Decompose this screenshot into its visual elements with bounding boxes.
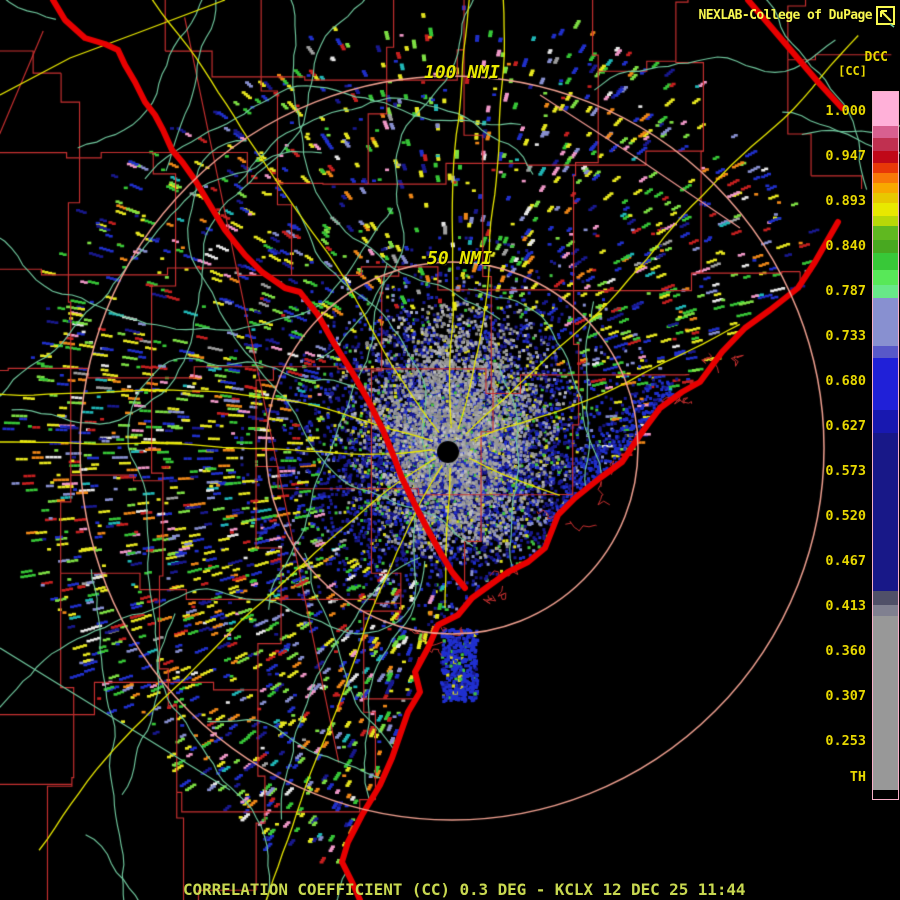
colorbar-segment	[873, 591, 898, 605]
colorbar-segment	[873, 183, 898, 193]
colorbar-segment	[873, 163, 898, 173]
colorbar-segment	[873, 616, 898, 790]
nexlab-logo-icon	[876, 6, 895, 28]
radar-map-canvas	[0, 0, 900, 900]
colorbar-segment	[873, 226, 898, 240]
colorbar-tick-label: 0.413	[825, 598, 866, 614]
colorbar-tick-label: 0.947	[825, 148, 866, 164]
colorbar-segment	[873, 790, 898, 799]
colorbar-tick-label: 0.787	[825, 283, 866, 299]
colorbar-tick-label: 0.573	[825, 463, 866, 479]
colorbar-segment	[873, 433, 898, 591]
colorbar-segment	[873, 253, 898, 270]
colorbar-segment	[873, 270, 898, 285]
colorbar-segment	[873, 605, 898, 616]
colorbar-tick-label: 0.307	[825, 688, 866, 704]
colorbar-segment	[873, 92, 898, 126]
colorbar-tick-label: 0.520	[825, 508, 866, 524]
colorbar-segment	[873, 240, 898, 253]
colorbar-segment	[873, 358, 898, 410]
colorbar-segment	[873, 193, 898, 203]
colorbar	[872, 91, 899, 800]
colorbar-tick-label: 0.627	[825, 418, 866, 434]
colorbar-tick-label: 0.360	[825, 643, 866, 659]
colorbar-tick-label: 0.840	[825, 238, 866, 254]
colorbar-tick-label: 0.733	[825, 328, 866, 344]
colorbar-segment	[873, 216, 898, 226]
colorbar-tick-label: 0.680	[825, 373, 866, 389]
colorbar-segment	[873, 298, 898, 346]
colorbar-tick-label: 0.253	[825, 733, 866, 749]
colorbar-segment	[873, 285, 898, 298]
colorbar-tick-label: 1.000	[825, 103, 866, 119]
colorbar-tick-label: TH	[849, 769, 866, 785]
colorbar-segment	[873, 173, 898, 183]
colorbar-segment	[873, 151, 898, 163]
colorbar-tick-label: 0.467	[825, 553, 866, 569]
colorbar-tick-label: 0.893	[825, 193, 866, 209]
colorbar-segment	[873, 138, 898, 151]
radar-display: NEXLAB-College of DuPage DCC [CC] 1.000 0…	[0, 0, 900, 900]
colorbar-segment	[873, 203, 898, 216]
colorbar-segment	[873, 346, 898, 358]
colorbar-segment	[873, 126, 898, 138]
colorbar-segment	[873, 410, 898, 433]
